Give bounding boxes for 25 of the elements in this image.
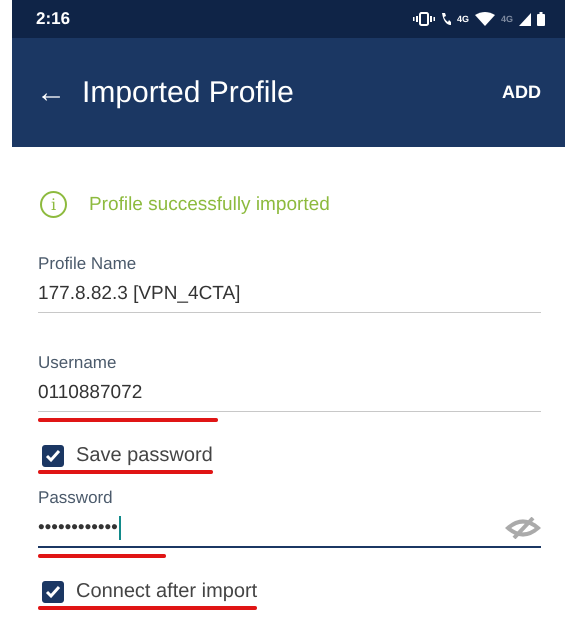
network-label: 4G (500, 14, 513, 24)
checkbox[interactable] (42, 444, 64, 466)
input-field[interactable]: 0110887072 (38, 381, 541, 412)
field-label: Username (38, 353, 118, 373)
field-label: Profile Name (38, 254, 138, 274)
field-label: Password (38, 488, 114, 508)
network-label: 4G (456, 14, 469, 24)
checkbox-label: Connect after import (76, 580, 258, 603)
input-field[interactable]: 177.8.82.3 [VPN_4CTA] (38, 282, 541, 313)
vibrate-icon (412, 12, 435, 26)
signal-icon (519, 12, 531, 26)
wifi-icon (474, 12, 495, 26)
password-field[interactable]: •••••••••••• (38, 516, 541, 548)
status-time: 2:16 (36, 9, 70, 29)
checkbox[interactable] (42, 580, 64, 602)
add-button[interactable]: ADD (502, 82, 541, 103)
battery-icon (537, 12, 545, 26)
checkbox-label: Save password (76, 444, 213, 467)
checkmark-icon (45, 448, 61, 462)
screen-title: Imported Profile (82, 76, 295, 110)
back-button[interactable]: ← (36, 76, 66, 110)
phone-icon (440, 12, 451, 26)
checkmark-icon (45, 584, 61, 598)
info-icon: i (40, 191, 67, 218)
success-message: Profile successfully imported (89, 194, 330, 216)
